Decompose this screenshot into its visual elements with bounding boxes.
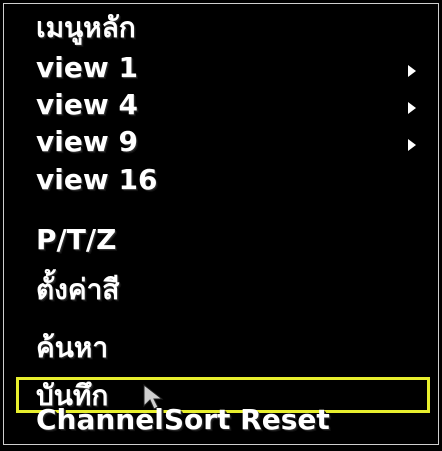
menu-item-view-1[interactable]: view 1	[36, 50, 138, 86]
context-menu: เมนูหลัก view 1 view 4 view 9 view 16 P/…	[3, 3, 439, 445]
menu-item-channel-sort-reset[interactable]: ChannelSort Reset	[36, 402, 330, 438]
menu-item-view-16[interactable]: view 16	[36, 162, 157, 198]
menu-title: เมนูหลัก	[36, 11, 136, 44]
menu-item-color-settings[interactable]: ตั้งค่าสี	[36, 272, 119, 308]
menu-item-view-9[interactable]: view 9	[36, 124, 138, 160]
menu-item-ptz[interactable]: P/T/Z	[36, 222, 116, 258]
submenu-arrow-icon	[408, 139, 416, 151]
menu-item-search[interactable]: ค้นหา	[36, 330, 108, 366]
menu-item-view-4[interactable]: view 4	[36, 87, 138, 123]
submenu-arrow-icon	[408, 102, 416, 114]
submenu-arrow-icon	[408, 65, 416, 77]
